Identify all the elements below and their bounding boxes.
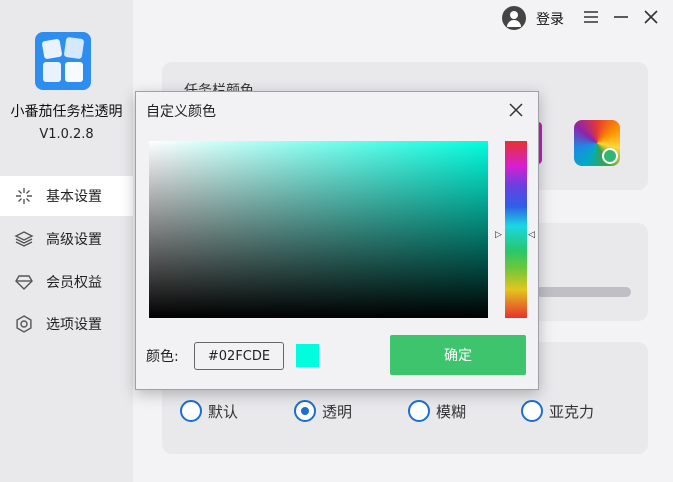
sidebar-item-options[interactable]: 选项设置 (0, 304, 133, 344)
sparkle-icon (16, 188, 32, 204)
radio-label: 模糊 (436, 402, 467, 421)
sidebar-item-label: 高级设置 (46, 232, 102, 248)
user-avatar-icon[interactable] (502, 6, 526, 30)
radio-transparent[interactable]: 透明 (294, 400, 352, 422)
radio-label: 透明 (322, 402, 353, 421)
hex-color-input[interactable] (194, 342, 284, 370)
close-icon[interactable] (642, 8, 660, 26)
dialog-close-icon[interactable] (508, 102, 524, 118)
hue-handle-left-icon[interactable]: ▷ (495, 230, 502, 240)
layers-icon (14, 231, 34, 247)
radio-circle (408, 400, 430, 422)
minimize-icon[interactable] (612, 8, 630, 26)
gear-icon (16, 315, 32, 333)
hue-slider[interactable] (505, 141, 527, 318)
sidebar-item-membership[interactable]: 会员权益 (0, 262, 133, 302)
sidebar-item-label: 基本设置 (46, 189, 102, 205)
login-link[interactable]: 登录 (536, 9, 564, 29)
sidebar-item-advanced[interactable]: 高级设置 (0, 219, 133, 259)
radio-label: 亚克力 (549, 402, 595, 421)
custom-color-dialog: 自定义颜色 ▷ ◁ 颜色: 确定 (135, 91, 539, 390)
radio-blur[interactable]: 模糊 (408, 400, 466, 422)
dialog-title: 自定义颜色 (146, 104, 216, 120)
app-name: 小番茄任务栏透明 (10, 104, 123, 120)
menu-icon[interactable] (582, 8, 600, 26)
radio-circle (294, 400, 316, 422)
radio-label: 默认 (208, 402, 239, 421)
check-icon (602, 148, 618, 164)
radio-acrylic[interactable]: 亚克力 (521, 400, 594, 422)
sidebar-item-basic[interactable]: 基本设置 (0, 176, 133, 216)
sidebar-item-label: 会员权益 (46, 275, 102, 291)
radio-circle (180, 400, 202, 422)
color-label: 颜色: (146, 349, 179, 365)
confirm-button[interactable]: 确定 (390, 335, 526, 375)
sidebar: 小番茄任务栏透明 V1.0.2.8 基本设置 高级设置 会员权益 选项设置 (0, 0, 133, 482)
custom-color-button[interactable] (574, 120, 620, 166)
sidebar-item-label: 选项设置 (46, 317, 102, 333)
transparency-slider[interactable] (536, 287, 631, 297)
app-version: V1.0.2.8 (39, 127, 94, 142)
hue-handle-right-icon[interactable]: ◁ (528, 230, 535, 240)
color-swatch (296, 344, 319, 367)
radio-circle (521, 400, 543, 422)
app-logo (35, 32, 91, 90)
saturation-value-picker[interactable] (149, 141, 488, 318)
radio-default[interactable]: 默认 (180, 400, 238, 422)
diamond-icon (15, 275, 33, 290)
